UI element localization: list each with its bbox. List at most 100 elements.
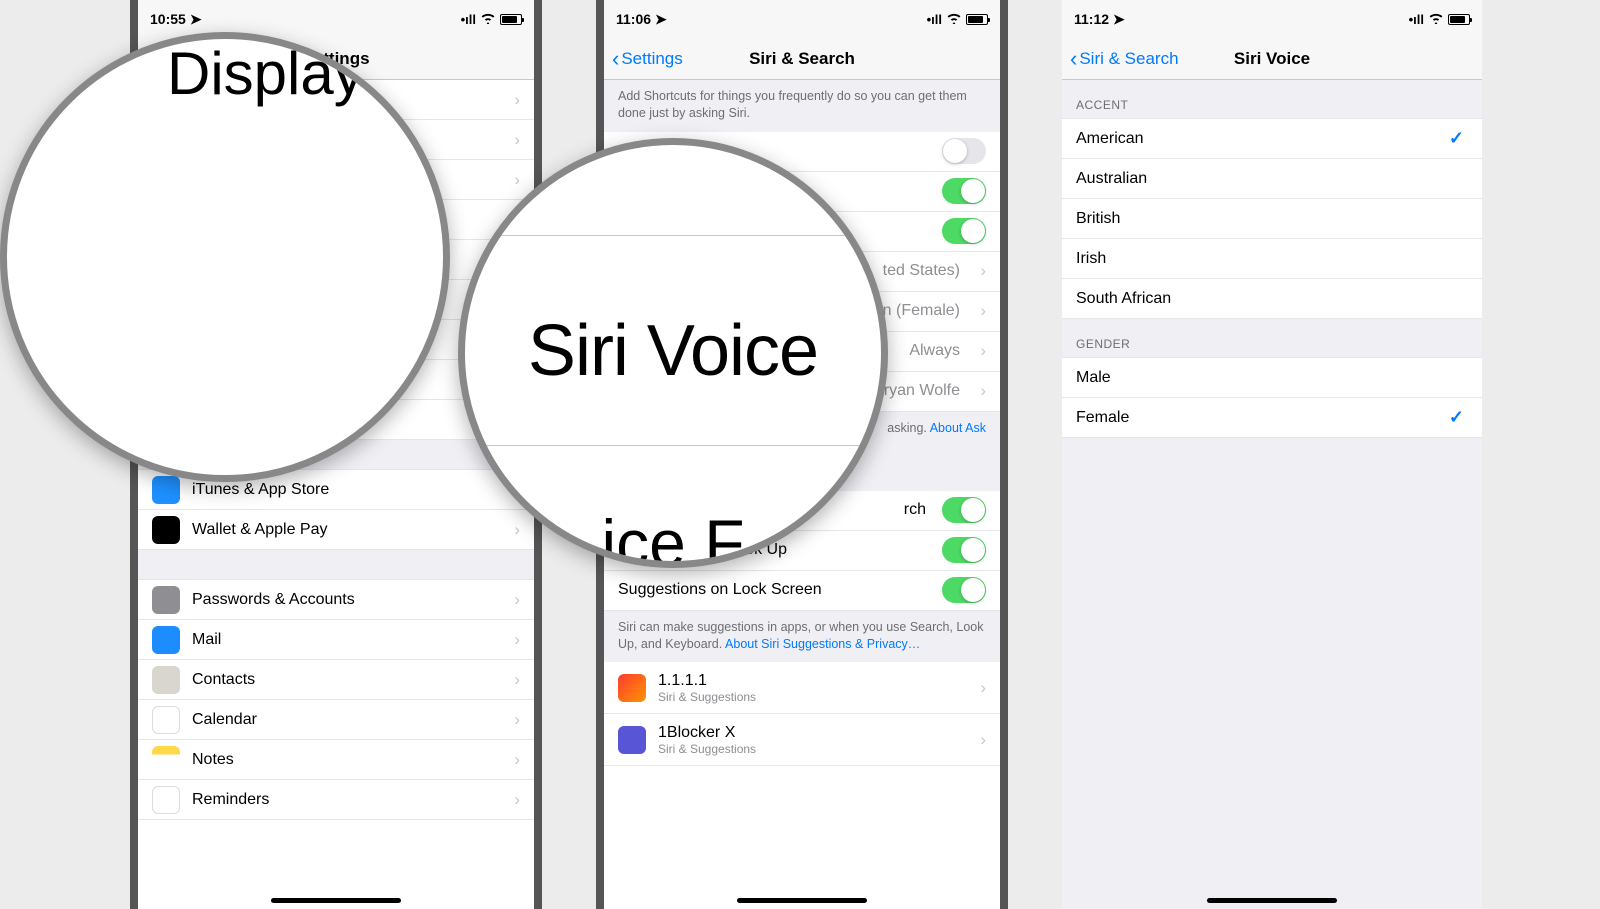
about-suggestions-link[interactable]: About Siri Suggestions & Privacy… xyxy=(725,637,920,651)
accent-option[interactable]: American ✓ xyxy=(1062,119,1482,159)
page-title: Siri & Search xyxy=(749,49,855,69)
back-label: Settings xyxy=(621,49,682,69)
chevron-icon: › xyxy=(980,261,986,281)
cell-label: Suggestions on Lock Screen xyxy=(618,581,822,599)
toggle-switch[interactable] xyxy=(942,497,986,523)
nav-header: ‹Siri & Search Siri Voice xyxy=(1062,38,1482,80)
chevron-icon: › xyxy=(514,670,520,690)
app-sublabel: Siri & Suggestions xyxy=(658,742,756,756)
accent-header: ACCENT xyxy=(1062,80,1482,119)
chevron-icon: › xyxy=(980,678,986,698)
chevron-icon: › xyxy=(514,630,520,650)
location-icon: ➤ xyxy=(1113,11,1125,28)
list-item[interactable]: Contacts › xyxy=(138,660,534,700)
shortcuts-footer: Add Shortcuts for things you frequently … xyxy=(604,80,1000,132)
chevron-icon: › xyxy=(514,750,520,770)
accent-option[interactable]: Australian xyxy=(1062,159,1482,199)
chevron-icon: › xyxy=(980,730,986,750)
chevron-icon: › xyxy=(980,341,986,361)
cell-label: Notes xyxy=(192,751,234,769)
option-label: British xyxy=(1076,210,1120,228)
list-item[interactable]: Calendar › xyxy=(138,700,534,740)
list-item[interactable]: Passwords & Accounts › xyxy=(138,580,534,620)
cell-label: iTunes & App Store xyxy=(192,481,329,499)
chevron-icon: › xyxy=(514,90,520,110)
back-button[interactable]: ‹Siri & Search xyxy=(1070,46,1179,72)
cell-label: Mail xyxy=(192,631,221,649)
gender-option[interactable]: Male xyxy=(1062,358,1482,398)
location-icon: ➤ xyxy=(655,11,667,28)
toggle-switch[interactable] xyxy=(942,138,986,164)
mag-display-row: Display xyxy=(7,39,450,482)
signal-icon: •ıll xyxy=(1409,12,1424,27)
magnifier-sirivoice: Siri Voice ice F xyxy=(458,138,888,568)
checkmark-icon: ✓ xyxy=(1449,128,1464,149)
back-button[interactable]: ‹Settings xyxy=(612,46,683,72)
accent-option[interactable]: British xyxy=(1062,199,1482,239)
page-title: Siri Voice xyxy=(1234,49,1310,69)
suggestions-lockscreen-row[interactable]: Suggestions on Lock Screen xyxy=(604,571,1000,611)
app-icon xyxy=(618,674,646,702)
option-label: Male xyxy=(1076,369,1111,387)
app-row[interactable]: 1Blocker XSiri & Suggestions › xyxy=(604,714,1000,766)
status-time: 11:06 xyxy=(616,11,651,27)
about-ask-link[interactable]: About Ask xyxy=(930,421,986,435)
list-item[interactable]: Reminders› xyxy=(138,780,534,820)
magnifier-settings: Display Wallpaper Siri & Search Face ID … xyxy=(0,32,450,482)
signal-icon: •ıll xyxy=(461,12,476,27)
cell-label: Contacts xyxy=(192,671,255,689)
status-time: 10:55 xyxy=(150,11,186,27)
mag-partial-text: ice F xyxy=(465,505,881,568)
app-label: 1Blocker X xyxy=(658,724,756,742)
gender-option[interactable]: Female ✓ xyxy=(1062,398,1482,438)
checkmark-icon: ✓ xyxy=(1449,407,1464,428)
app-label: 1.1.1.1 xyxy=(658,672,756,690)
chevron-icon: › xyxy=(514,710,520,730)
home-indicator[interactable] xyxy=(1207,898,1337,903)
toggle-switch[interactable] xyxy=(942,577,986,603)
toggle-switch[interactable] xyxy=(942,178,986,204)
battery-icon xyxy=(966,14,988,25)
status-icons: •ıll xyxy=(1409,12,1470,27)
siri-voice-screen: 11:12➤ •ıll ‹Siri & Search Siri Voice AC… xyxy=(1062,0,1482,909)
chevron-left-icon: ‹ xyxy=(612,46,619,72)
option-label: Australian xyxy=(1076,170,1147,188)
chevron-icon: › xyxy=(980,301,986,321)
cell-value: Always xyxy=(909,342,960,360)
accent-option[interactable]: South African xyxy=(1062,279,1482,319)
app-icon xyxy=(618,726,646,754)
chevron-icon: › xyxy=(514,590,520,610)
option-label: American xyxy=(1076,130,1144,148)
app-icon xyxy=(152,476,180,504)
home-indicator[interactable] xyxy=(737,898,867,903)
cell-value: n (Female) xyxy=(883,302,960,320)
home-indicator[interactable] xyxy=(271,898,401,903)
accent-option[interactable]: Irish xyxy=(1062,239,1482,279)
battery-icon xyxy=(1448,14,1470,25)
status-bar: 11:12➤ •ıll xyxy=(1062,0,1482,38)
gender-header: GENDER xyxy=(1062,319,1482,358)
app-icon xyxy=(152,626,180,654)
cell-label: Calendar xyxy=(192,711,257,729)
status-icons: •ıll xyxy=(461,12,522,27)
wifi-icon xyxy=(946,12,962,27)
wifi-icon xyxy=(1428,12,1444,27)
list-item[interactable]: Notes › xyxy=(138,740,534,780)
app-sublabel: Siri & Suggestions xyxy=(658,690,756,704)
option-label: Female xyxy=(1076,409,1129,427)
location-icon: ➤ xyxy=(190,11,202,28)
cell-label: Passwords & Accounts xyxy=(192,591,355,609)
signal-icon: •ıll xyxy=(927,12,942,27)
app-icon xyxy=(152,786,180,814)
toggle-switch[interactable] xyxy=(942,218,986,244)
toggle-switch[interactable] xyxy=(942,537,986,563)
chevron-icon: › xyxy=(980,381,986,401)
status-icons: •ıll xyxy=(927,12,988,27)
app-icon xyxy=(152,666,180,694)
cell-value: ted States) xyxy=(883,262,960,280)
app-icon xyxy=(152,516,180,544)
app-row[interactable]: 1.1.1.1Siri & Suggestions › xyxy=(604,662,1000,714)
list-item[interactable]: Mail › xyxy=(138,620,534,660)
back-label: Siri & Search xyxy=(1079,49,1178,69)
status-bar: 10:55➤ •ıll xyxy=(138,0,534,38)
